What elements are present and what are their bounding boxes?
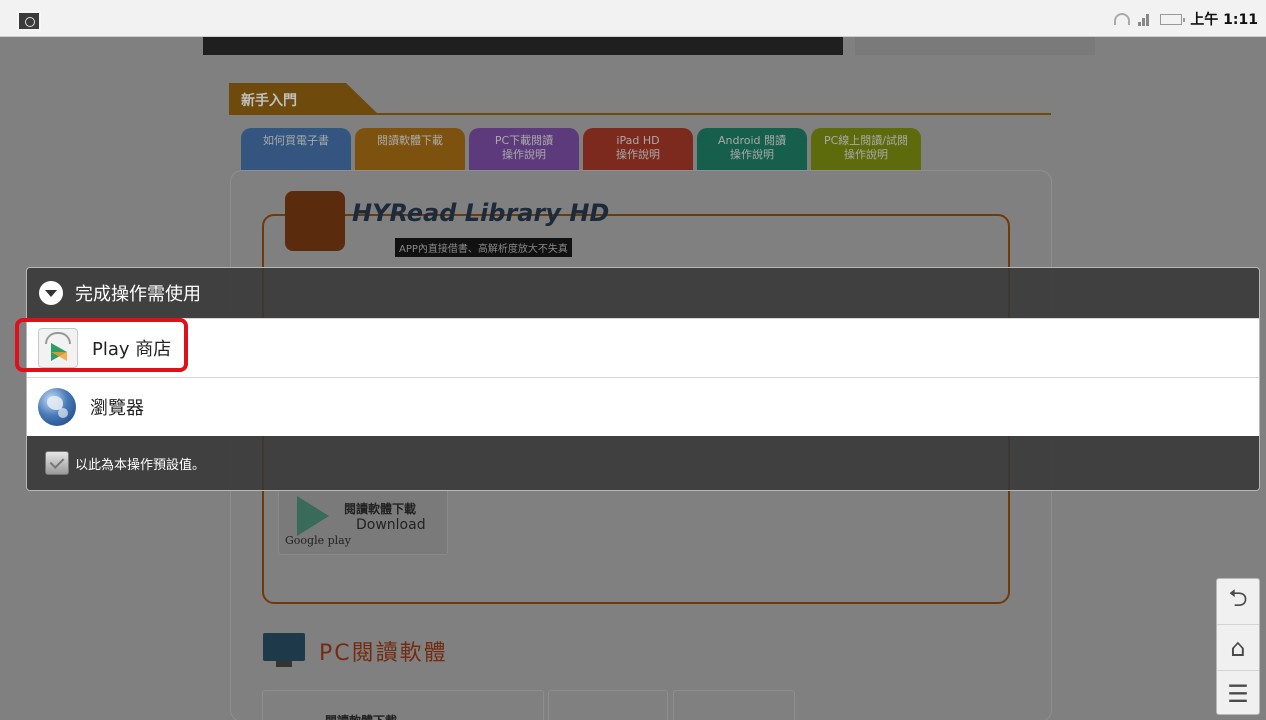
gplay-brand: Google play bbox=[285, 534, 351, 547]
guide-tab-line2: 操作說明 bbox=[502, 148, 546, 161]
home-icon: ⌂ bbox=[1230, 633, 1246, 662]
pc-download-box[interactable] bbox=[262, 690, 544, 720]
pc-download-label: 閱讀軟體下載 bbox=[325, 712, 397, 720]
home-button[interactable]: ⌂ bbox=[1217, 625, 1259, 671]
guide-tab-line2: 操作說明 bbox=[616, 148, 660, 161]
guide-tab-line1: PC下載閱讀 bbox=[494, 134, 554, 147]
guide-tab-line1: 如何買電子書 bbox=[263, 134, 329, 147]
guide-tab-line1: 閱讀軟體下載 bbox=[377, 134, 443, 147]
chooser-down-icon bbox=[39, 281, 63, 305]
menu-button[interactable]: ☰ bbox=[1217, 671, 1259, 716]
pc-box-3[interactable] bbox=[673, 690, 795, 720]
option-play-store[interactable]: Play 商店 bbox=[27, 318, 1259, 377]
option-browser[interactable]: 瀏覽器 bbox=[27, 377, 1259, 436]
product-subtitle: APP內直接借書、高解析度放大不失真 bbox=[395, 238, 572, 257]
option-label: 瀏覽器 bbox=[90, 398, 144, 419]
dialog-header: 完成操作需使用 bbox=[27, 268, 1259, 318]
dialog-footer: 以此為本操作預設值。 bbox=[27, 436, 1259, 490]
section-title: 新手入門 bbox=[241, 93, 297, 109]
screenshot-icon[interactable] bbox=[17, 11, 41, 31]
pc-section-title: PC閱讀軟體 bbox=[319, 641, 448, 666]
pc-box-2[interactable] bbox=[548, 690, 668, 720]
guide-tab[interactable]: 閱讀軟體下載 bbox=[355, 128, 465, 170]
default-action-label: 以此為本操作預設值。 bbox=[75, 457, 206, 473]
guide-tab[interactable]: PC線上閱讀/試閱 操作說明 bbox=[811, 128, 921, 170]
guide-tab[interactable]: 如何買電子書 bbox=[241, 128, 351, 170]
banner-side-box bbox=[855, 37, 1095, 55]
guide-tab-line2: 操作說明 bbox=[844, 148, 888, 161]
guide-tab-line1: Android 閱讀 bbox=[717, 134, 787, 147]
status-bar: 上午 1:11 bbox=[0, 0, 1266, 37]
banner-image bbox=[203, 37, 843, 55]
default-action-checkbox[interactable] bbox=[45, 451, 69, 475]
dialog-title: 完成操作需使用 bbox=[75, 284, 201, 305]
play-triangle-icon bbox=[297, 496, 329, 536]
highlight-annotation bbox=[15, 318, 188, 372]
status-indicators: 上午 1:11 bbox=[1114, 9, 1258, 29]
menu-icon: ☰ bbox=[1227, 679, 1249, 708]
guide-tab[interactable]: iPad HD 操作說明 bbox=[583, 128, 693, 170]
monitor-icon bbox=[263, 633, 305, 661]
browser-globe-icon bbox=[38, 388, 76, 426]
status-time: 上午 1:11 bbox=[1190, 12, 1258, 28]
monitor-stand bbox=[276, 661, 292, 667]
guide-tab[interactable]: PC下載閱讀 操作說明 bbox=[469, 128, 579, 170]
guide-tab[interactable]: Android 閱讀 操作說明 bbox=[697, 128, 807, 170]
signal-icon bbox=[1138, 12, 1152, 26]
product-title: HYRead Library HD bbox=[352, 199, 610, 227]
gplay-line1: 閱讀軟體下載 bbox=[344, 502, 417, 516]
hyread-logo bbox=[285, 191, 345, 251]
gplay-line2: Download bbox=[356, 517, 426, 533]
guide-tab-line1: PC線上閱讀/試閱 bbox=[823, 134, 909, 147]
section-tag: 新手入門 bbox=[229, 83, 379, 115]
section-divider bbox=[229, 113, 1051, 115]
back-icon: ⮌ bbox=[1228, 584, 1248, 612]
app-chooser-dialog: 完成操作需使用 Play 商店 瀏覽器 以此為本操作預設值。 bbox=[26, 267, 1260, 491]
guide-tab-line2: 操作說明 bbox=[730, 148, 774, 161]
battery-icon bbox=[1160, 13, 1186, 25]
google-play-download-button[interactable]: 閱讀軟體下載 Download Google play bbox=[278, 489, 448, 555]
guide-tab-line1: iPad HD bbox=[616, 134, 660, 147]
system-nav-panel: ⮌ ⌂ ☰ bbox=[1216, 578, 1260, 715]
guide-tabs: 如何買電子書 閱讀軟體下載 PC下載閱讀 操作說明 iPad HD 操作說明 Android… bbox=[241, 128, 921, 170]
back-button[interactable]: ⮌ bbox=[1217, 579, 1259, 625]
wifi-icon bbox=[1114, 13, 1131, 25]
